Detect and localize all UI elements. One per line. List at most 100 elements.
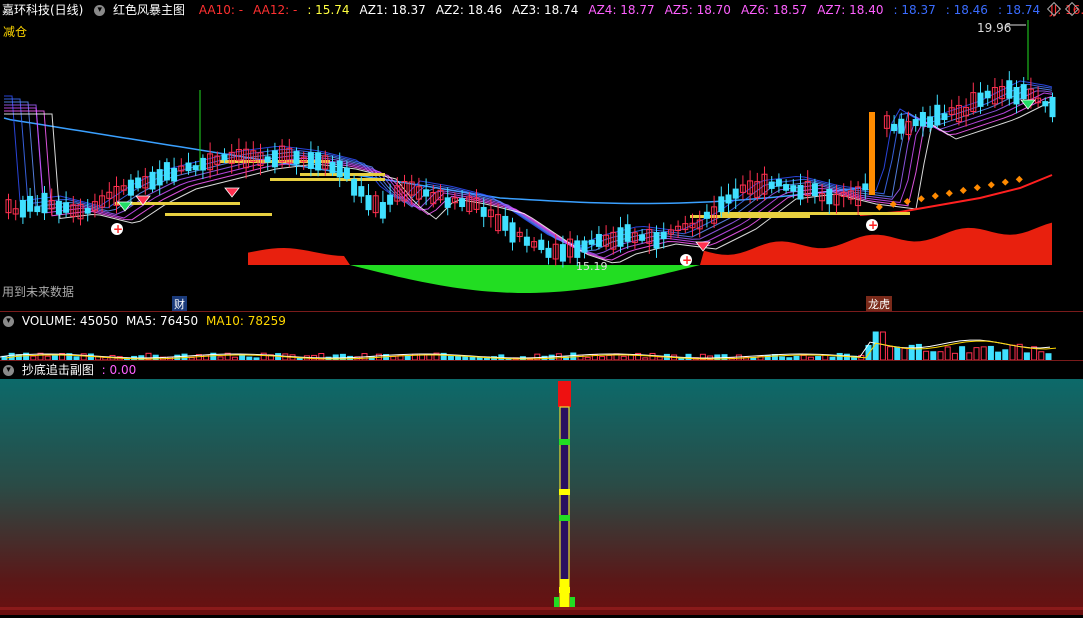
candle-body	[135, 177, 142, 189]
candle-body	[459, 198, 466, 208]
volume-menu-chevron-icon[interactable]: ▾	[3, 316, 14, 327]
indicator-value: AZ6: 18.57	[740, 3, 808, 17]
candle-body	[898, 118, 905, 134]
candle-body	[1049, 96, 1056, 118]
sub-chart-svg	[0, 381, 1083, 610]
support-bar	[270, 178, 385, 181]
candle-body	[811, 183, 818, 196]
volume-bar	[987, 345, 994, 361]
high-price-label: 19.96	[977, 21, 1012, 35]
candle-body	[127, 179, 134, 196]
candle-body	[423, 189, 430, 197]
volume-chart[interactable]	[0, 330, 1083, 361]
candle-body	[927, 116, 934, 128]
candle-body	[797, 184, 804, 200]
sub-indicator-chart[interactable]	[0, 379, 1083, 615]
sub-chart-header: ▾ 抄底追击副图 : 0.00	[0, 360, 1083, 380]
volume-bar	[879, 331, 886, 361]
candle-body	[768, 181, 775, 189]
signal-column-segment	[559, 439, 570, 445]
ma-ribbon-line	[4, 80, 1053, 247]
indicator-value: AA10: -	[198, 3, 244, 17]
sub-chart-title[interactable]: 抄底追击副图	[22, 363, 94, 377]
candle-body	[1013, 86, 1020, 105]
volume-bar	[1002, 349, 1009, 361]
volume-bar	[901, 347, 908, 361]
candle-body	[1042, 101, 1049, 107]
candle-body	[84, 207, 91, 214]
candle-body	[538, 239, 545, 250]
price-chart-svg: + + +	[3, 20, 1056, 293]
candle-body	[351, 178, 358, 196]
candle-body	[595, 233, 602, 247]
indicator-value: : 18.37	[893, 3, 936, 17]
volume-svg	[0, 331, 1057, 361]
candle-body	[574, 240, 581, 258]
candle-body	[358, 186, 365, 197]
candle-body	[171, 167, 178, 182]
signal-diamond	[931, 192, 939, 200]
dragon-tiger-marker[interactable]: 龙虎	[866, 296, 892, 312]
indicator-menu-chevron-icon[interactable]: ▾	[94, 5, 106, 16]
candle-body	[387, 194, 394, 205]
candle-body	[559, 244, 566, 262]
candle-body	[185, 162, 192, 172]
signal-column-segment	[559, 489, 570, 495]
ma-ribbon-line	[4, 83, 1053, 249]
gem-signal-icon	[224, 187, 240, 198]
main-price-chart[interactable]: + + + 减仓 用到未来数据 19.96 15.19 财 龙虎	[0, 20, 1083, 312]
signal-diamond	[973, 184, 981, 192]
sub-menu-chevron-icon[interactable]: ▾	[3, 365, 14, 376]
candle-body	[545, 247, 552, 258]
volume-bar	[995, 351, 1002, 361]
signal-foot	[554, 597, 559, 607]
candle-body	[343, 167, 350, 180]
future-data-label: 用到未来数据	[2, 285, 75, 299]
candle-body	[862, 183, 869, 191]
buy-signal-icon: +	[682, 253, 692, 267]
volume-bar	[923, 350, 930, 361]
candle-body	[192, 165, 199, 171]
candle-body	[624, 224, 631, 242]
candle-body	[617, 227, 624, 247]
candle-body	[581, 240, 588, 253]
sub-chart-value: : 0.00	[101, 363, 137, 377]
candle-body	[934, 104, 941, 126]
candle-body	[19, 199, 26, 218]
candle-body	[588, 239, 595, 245]
volume-bar	[887, 346, 894, 361]
candle-body	[315, 152, 322, 171]
signal-diamond	[987, 181, 995, 189]
support-bar	[165, 213, 272, 216]
signal-diamond	[1001, 178, 1009, 186]
candle-body	[703, 211, 710, 219]
candle-body	[34, 206, 41, 213]
signal-label: 减仓	[3, 25, 28, 39]
candle-body	[221, 154, 228, 161]
volume-bar	[894, 346, 901, 361]
indicator-value: : 15.74	[307, 3, 350, 17]
indicator-name[interactable]: 红色风暴主图	[113, 3, 185, 17]
volume-header: ▾ VOLUME: 45050 MA5: 76450 MA10: 78259	[0, 311, 1083, 331]
candle-body	[1020, 84, 1027, 100]
indicator-values: AA10: - AA12: -: 15.74 AZ1: 18.37 AZ2: 18.4…	[193, 3, 1083, 17]
candle-body	[941, 113, 948, 121]
signal-foot	[570, 597, 575, 607]
candle-body	[732, 188, 739, 199]
bottom-area-red	[248, 248, 350, 265]
signal-diamond	[1015, 175, 1023, 183]
candle-body	[149, 171, 156, 190]
sub-baseline	[0, 607, 1083, 610]
signal-diamond	[959, 186, 967, 194]
signal-diamond	[945, 189, 953, 197]
volume-bar	[1009, 344, 1016, 361]
candle-body	[660, 231, 667, 240]
candle-body	[502, 215, 509, 231]
candle-body	[41, 192, 48, 214]
candle-body	[891, 123, 898, 132]
volume-bar	[951, 352, 958, 361]
finance-marker[interactable]: 财	[172, 296, 187, 312]
indicator-value: : 18.74	[997, 3, 1041, 17]
candle-body	[264, 156, 271, 163]
signal-diamond	[917, 195, 925, 203]
